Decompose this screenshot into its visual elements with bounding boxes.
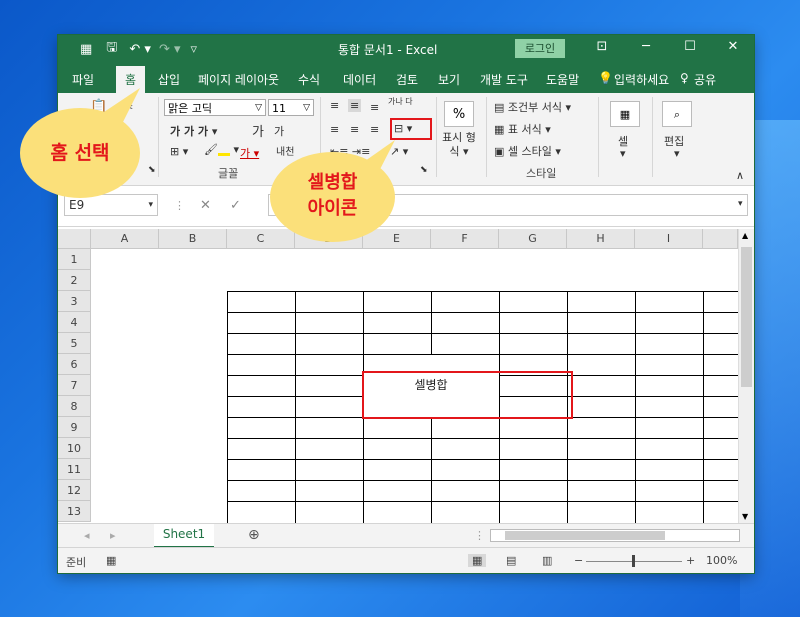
callout-merge-line1: 셀병합: [307, 172, 358, 193]
callout-tails: [95, 88, 395, 185]
callout-home-select: 홈 선택: [20, 108, 140, 198]
callout-merge-icon: 셀병합 아이콘: [270, 152, 395, 242]
callout-merge-line2: 아이콘: [307, 198, 358, 219]
